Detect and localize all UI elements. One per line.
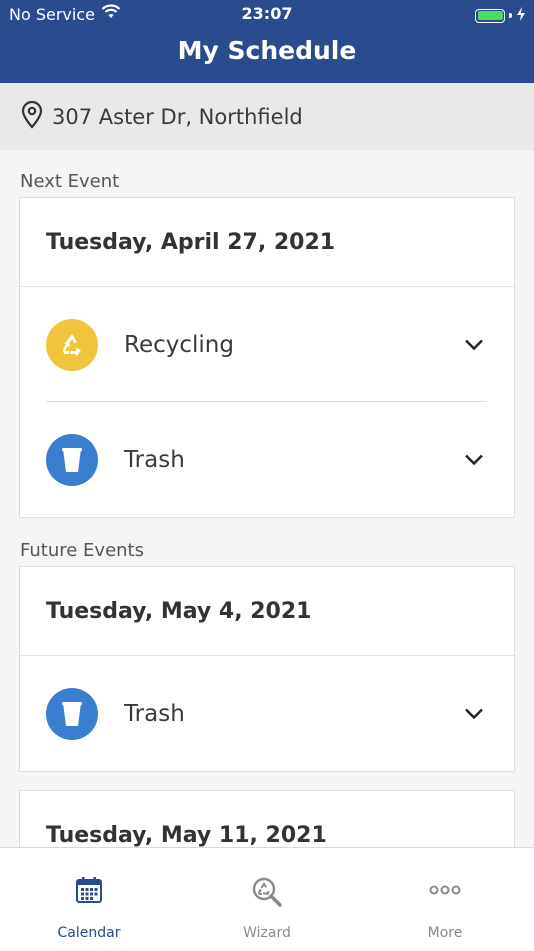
tab-more[interactable]: More <box>356 848 534 951</box>
event-label: Recycling <box>124 331 234 358</box>
event-label: Trash <box>124 700 185 727</box>
chevron-down-icon[interactable] <box>464 704 484 723</box>
address-bar[interactable]: 307 Aster Dr, Northfield <box>0 83 534 150</box>
battery-tip <box>509 13 512 18</box>
tab-bar: Calendar Wizard More <box>0 847 534 950</box>
recycle-icon <box>46 318 98 371</box>
future-event-card: Tuesday, May 4, 2021 Trash <box>19 566 515 772</box>
location-pin-icon <box>20 100 44 133</box>
app-header: No Service 23:07 My Schedule <box>0 0 534 83</box>
address-text: 307 Aster Dr, Northfield <box>52 104 303 129</box>
event-row-trash[interactable]: Trash <box>20 656 514 771</box>
event-label: Trash <box>124 446 185 473</box>
magnifier-recycle-icon <box>178 876 356 908</box>
next-event-card: Tuesday, April 27, 2021 Recycling Trash <box>19 197 515 518</box>
trash-can-icon <box>46 687 98 740</box>
battery-icon <box>475 8 505 23</box>
tab-calendar[interactable]: Calendar <box>0 848 178 951</box>
tab-label: Calendar <box>57 925 121 941</box>
charging-icon <box>516 6 526 25</box>
tab-wizard[interactable]: Wizard <box>178 848 356 951</box>
next-event-label: Next Event <box>20 171 120 192</box>
event-row-trash[interactable]: Trash <box>20 402 514 517</box>
future-events-label: Future Events <box>20 540 144 561</box>
chevron-down-icon[interactable] <box>464 335 484 354</box>
status-bar: No Service 23:07 <box>0 0 534 28</box>
chevron-down-icon[interactable] <box>464 450 484 469</box>
event-date: Tuesday, April 27, 2021 <box>20 198 514 287</box>
more-dots-icon <box>356 884 534 896</box>
tab-label: Wizard <box>243 925 291 941</box>
calendar-icon <box>0 876 178 904</box>
event-row-recycling[interactable]: Recycling <box>20 287 514 402</box>
page-title: My Schedule <box>177 36 357 65</box>
tab-label: More <box>427 925 463 941</box>
event-date: Tuesday, May 4, 2021 <box>20 567 514 656</box>
trash-can-icon <box>46 433 98 486</box>
status-right <box>475 6 526 25</box>
status-time: 23:07 <box>241 4 293 23</box>
